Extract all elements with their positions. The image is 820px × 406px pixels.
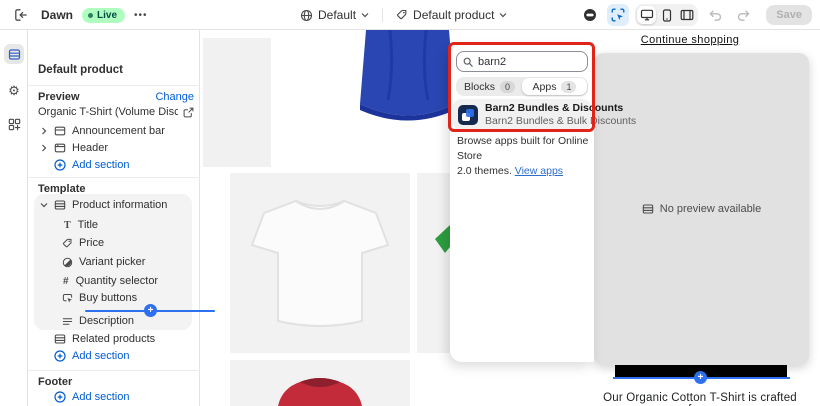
- quantity-icon: #: [63, 275, 69, 287]
- section-icon: [54, 334, 66, 344]
- change-preview-link[interactable]: Change: [155, 91, 194, 103]
- chevron-right-icon[interactable]: [40, 127, 48, 135]
- apps-count-badge: 1: [561, 80, 577, 93]
- description-icon: [62, 317, 73, 325]
- desktop-view-icon[interactable]: [637, 6, 657, 24]
- rail-app-embeds-icon[interactable]: [4, 114, 24, 134]
- header-icon: [54, 143, 66, 153]
- rail-theme-settings-icon[interactable]: ⚙: [4, 80, 24, 100]
- block-preview-panel: No preview available: [594, 53, 809, 365]
- product-image-blue-shirt[interactable]: [360, 30, 455, 128]
- tab-apps[interactable]: Apps 1: [522, 78, 587, 95]
- block-item-title[interactable]: T Title: [64, 219, 98, 231]
- block-item-variant-picker[interactable]: Variant picker: [62, 256, 145, 268]
- live-dot-icon: [88, 12, 94, 18]
- tab-blocks[interactable]: Blocks 0: [457, 78, 522, 95]
- live-status-badge: Live: [82, 7, 126, 23]
- plus-circle-icon: [54, 350, 66, 362]
- chevron-down-icon: [361, 13, 369, 18]
- more-actions-button[interactable]: •••: [134, 10, 148, 21]
- tag-icon: [397, 9, 407, 20]
- chevron-right-icon[interactable]: [40, 144, 48, 152]
- fullscreen-view-icon[interactable]: [677, 6, 696, 24]
- search-input[interactable]: [478, 55, 578, 68]
- plus-circle-icon: [54, 159, 66, 171]
- variant-picker-icon: [62, 257, 73, 267]
- blocks-count-badge: 0: [499, 80, 515, 93]
- template-selector[interactable]: Default product: [396, 8, 507, 22]
- divider: [382, 8, 384, 22]
- footer-header: Footer: [38, 376, 73, 388]
- search-icon: [463, 57, 473, 67]
- browse-apps-text: Browse apps built for Online Store 2.0 t…: [457, 135, 589, 177]
- block-item-quantity-selector[interactable]: # Quantity selector: [63, 275, 158, 287]
- redo-icon[interactable]: [732, 4, 754, 26]
- barn2-app-icon: [458, 104, 478, 125]
- product-description-snippet: Our Organic Cotton T-Shirt is crafted fr…: [603, 392, 797, 406]
- insert-section-button[interactable]: +: [694, 371, 707, 384]
- sidebar-item-related-products[interactable]: Related products: [54, 333, 155, 345]
- mobile-view-icon[interactable]: [657, 6, 676, 24]
- locale-selector[interactable]: Default: [300, 8, 369, 22]
- preview-product-name: Organic T-Shirt (Volume Discount Bu...: [38, 106, 178, 118]
- inspector-icon[interactable]: [579, 4, 601, 26]
- add-section-button-top[interactable]: Add section: [54, 159, 129, 171]
- add-block-popup: Blocks 0 Apps 1 Barn2 Bundles & Discount…: [450, 45, 636, 362]
- globe-icon: [300, 9, 313, 21]
- app-result-title: Barn2 Bundles & Discounts: [485, 101, 624, 114]
- product-image-red-shirt[interactable]: [230, 360, 410, 406]
- block-item-price[interactable]: Price: [62, 237, 104, 249]
- preview-label: Preview: [38, 91, 80, 103]
- block-item-description[interactable]: Description: [62, 315, 134, 327]
- block-search-field[interactable]: [456, 51, 588, 72]
- sidebar-item-header[interactable]: Header: [40, 142, 108, 154]
- product-media-thumbnail[interactable]: [203, 38, 271, 167]
- section-icon: [642, 204, 653, 214]
- rail-sections-icon[interactable]: [4, 44, 24, 64]
- save-button[interactable]: Save: [766, 5, 812, 25]
- app-result-barn2[interactable]: Barn2 Bundles & Discounts Barn2 Bundles …: [453, 99, 636, 130]
- section-icon: [54, 200, 66, 210]
- block-item-buy-buttons[interactable]: Buy buttons: [62, 292, 137, 304]
- announcement-bar-icon: [54, 126, 66, 136]
- price-tag-icon: [62, 238, 72, 247]
- plus-circle-icon: [54, 391, 66, 403]
- editor-rail: ⚙: [0, 30, 28, 406]
- exit-editor-icon[interactable]: [10, 4, 32, 26]
- undo-icon[interactable]: [704, 4, 726, 26]
- chevron-down-icon: [499, 13, 507, 18]
- title-icon: T: [64, 219, 71, 231]
- buy-buttons-icon: [62, 293, 73, 303]
- add-section-button-template[interactable]: Add section: [54, 350, 129, 362]
- external-link-icon[interactable]: [183, 107, 194, 118]
- block-type-tabs: Blocks 0 Apps 1: [456, 77, 588, 96]
- product-image-white-shirt[interactable]: [230, 173, 410, 353]
- chevron-down-icon[interactable]: [40, 201, 48, 209]
- topbar: Dawn Live ••• Default Default product Sa…: [0, 0, 820, 30]
- view-apps-link[interactable]: View apps: [515, 165, 563, 177]
- sidebar-page-title: Default product: [38, 64, 123, 76]
- add-section-button-footer[interactable]: Add section: [54, 391, 129, 403]
- device-preview-switcher: [635, 4, 699, 26]
- shopify-theme-editor: Dawn Live ••• Default Default product Sa…: [0, 0, 820, 406]
- no-preview-message: No preview available: [594, 203, 809, 215]
- product-image-green-shirt[interactable]: [417, 173, 450, 353]
- app-result-subtitle: Barn2 Bundles & Bulk Discounts: [485, 114, 637, 127]
- sections-sidebar: Default product Preview Change Organic T…: [28, 30, 215, 406]
- theme-name: Dawn: [41, 8, 74, 22]
- gear-icon: ⚙: [8, 82, 20, 98]
- section-select-tool-icon[interactable]: [607, 4, 630, 26]
- insert-block-button[interactable]: +: [144, 304, 157, 317]
- sidebar-item-product-information[interactable]: Product information: [40, 199, 167, 211]
- continue-shopping-link[interactable]: Continue shopping: [600, 34, 780, 46]
- sidebar-item-announcement-bar[interactable]: Announcement bar: [40, 125, 165, 137]
